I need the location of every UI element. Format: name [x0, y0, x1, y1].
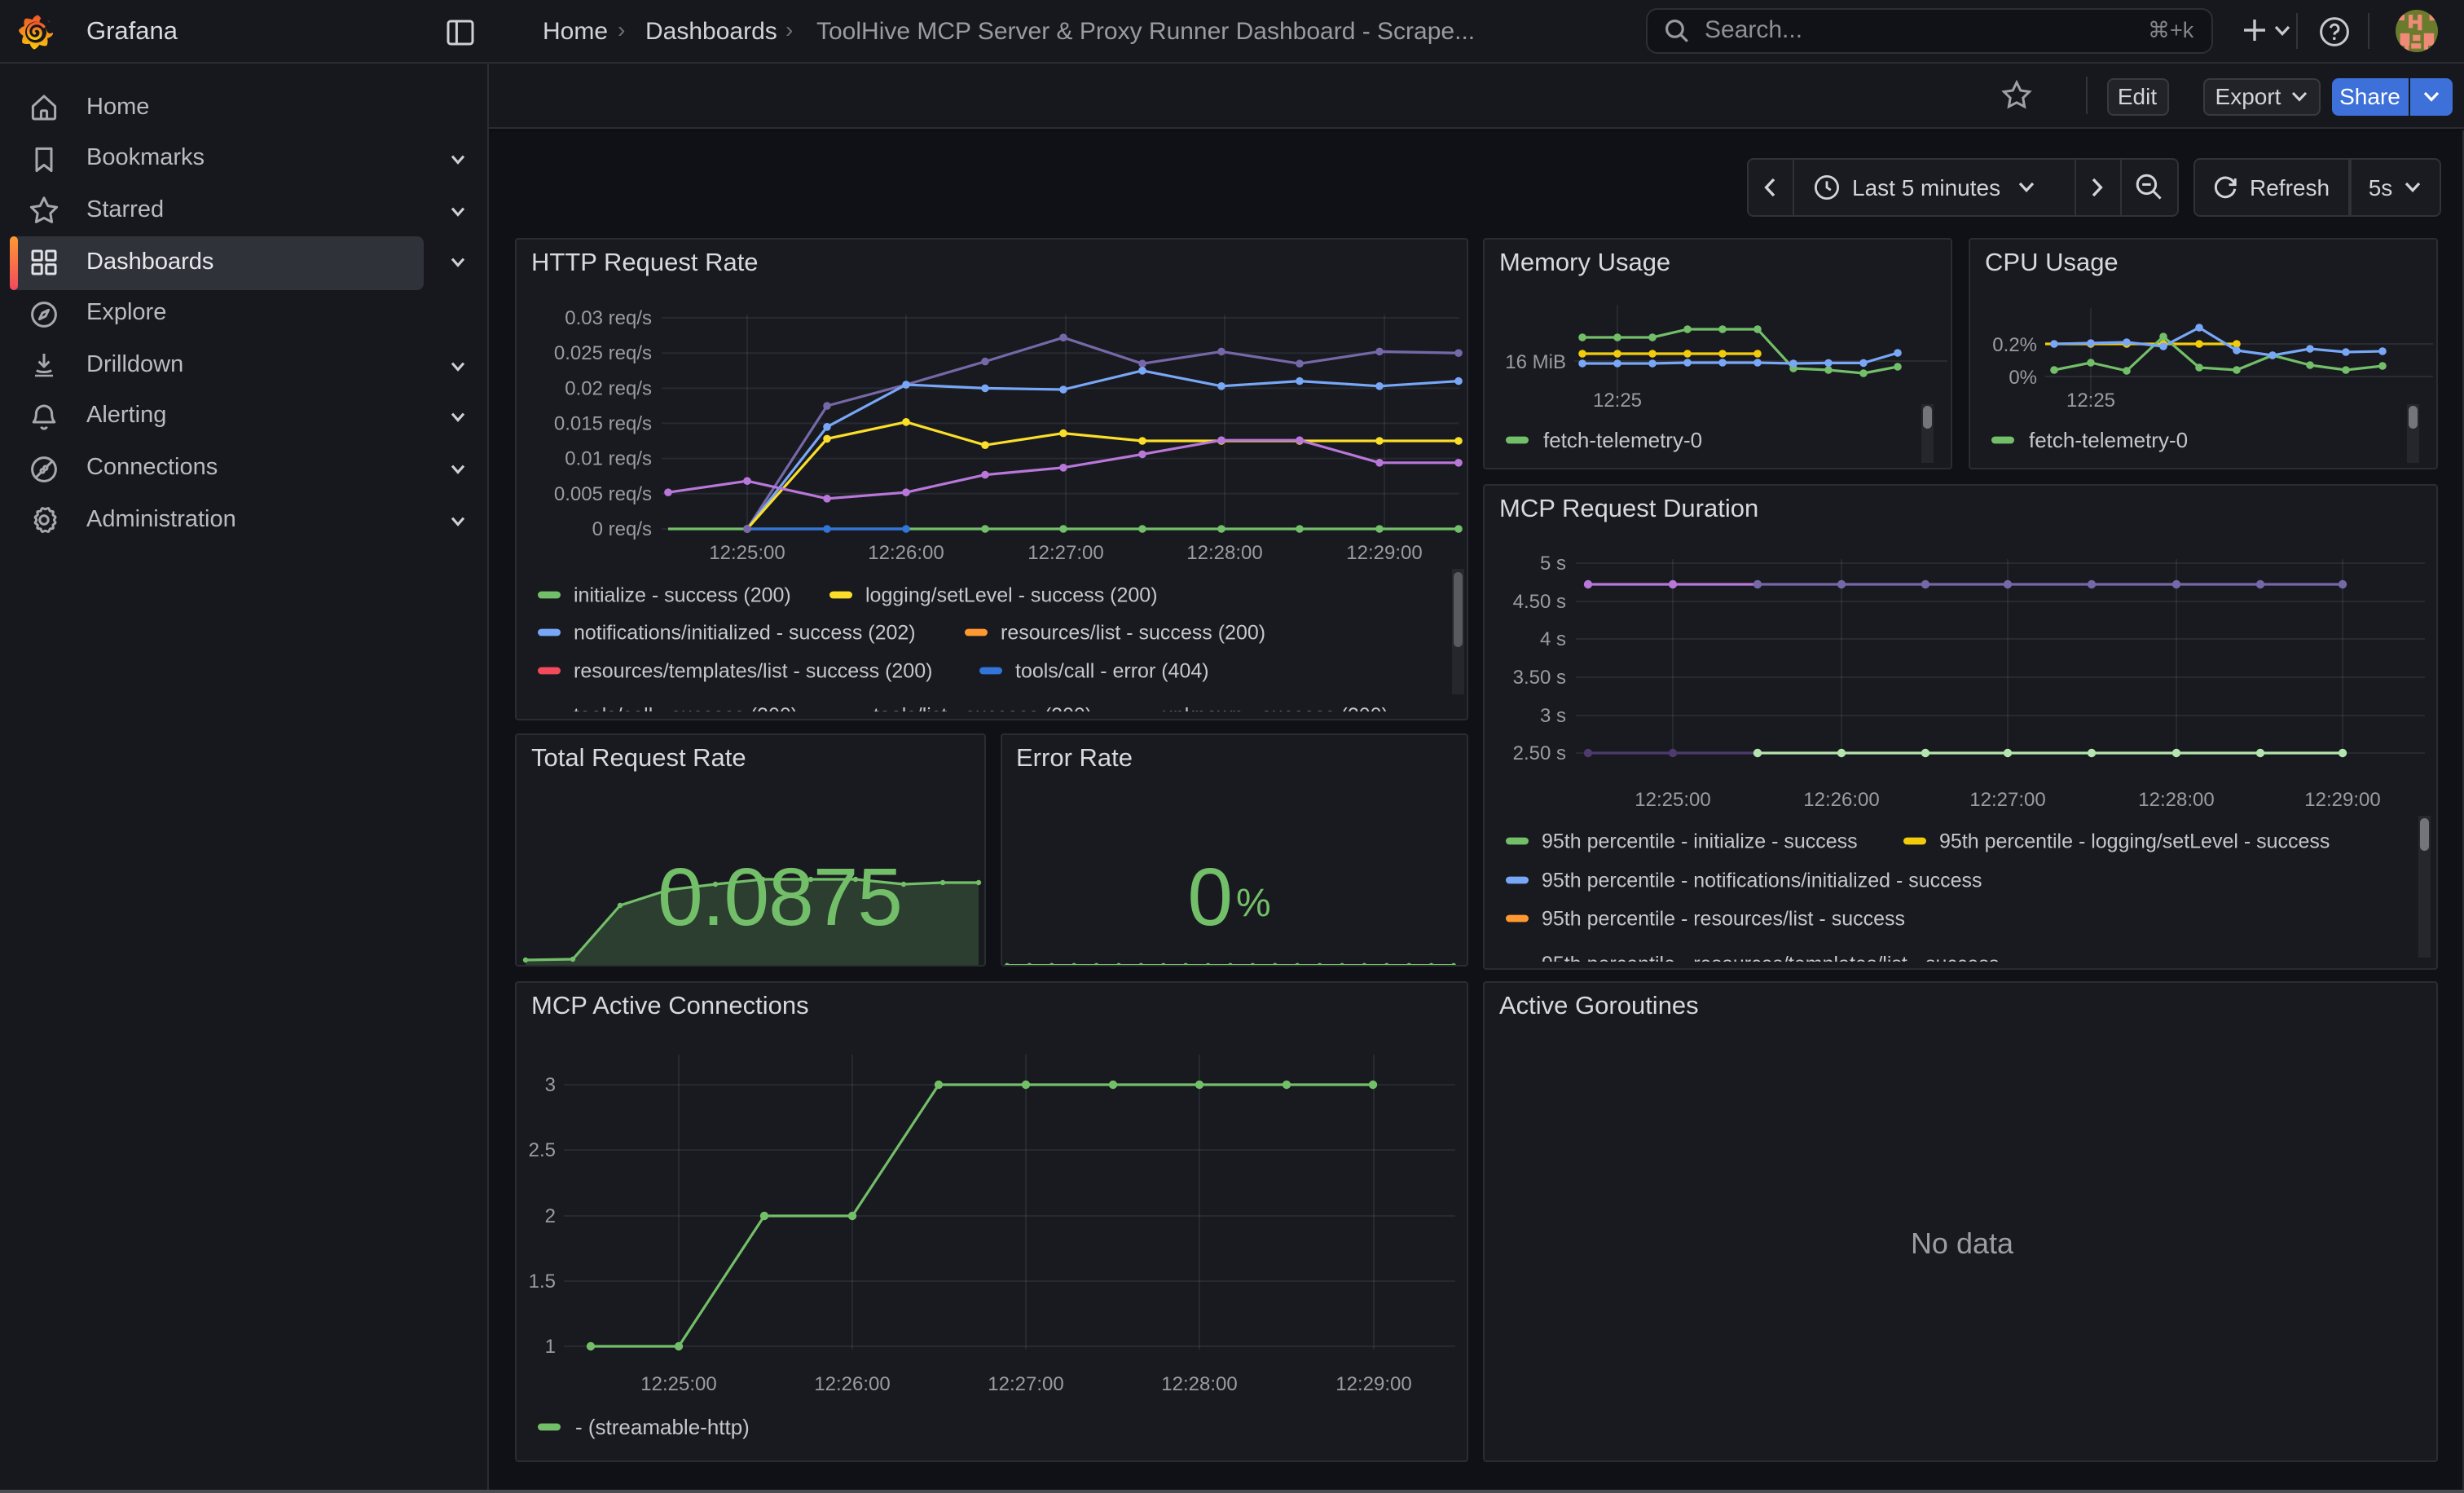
svg-text:0.01 req/s: 0.01 req/s [565, 448, 652, 470]
svg-text:tools/call - error (404): tools/call - error (404) [1015, 660, 1209, 683]
svg-text:12:26:00: 12:26:00 [1803, 789, 1879, 811]
svg-text:0.03 req/s: 0.03 req/s [565, 307, 652, 329]
svg-text:12:29:00: 12:29:00 [1335, 1373, 1411, 1395]
svg-text:2.50 s: 2.50 s [1513, 742, 1566, 764]
svg-text:4.50 s: 4.50 s [1513, 591, 1566, 613]
svg-text:logging/setLevel - success (20: logging/setLevel - success (200) [865, 584, 1158, 607]
svg-text:16 MiB: 16 MiB [1505, 351, 1566, 373]
svg-text:12:28:00: 12:28:00 [2138, 789, 2214, 811]
svg-text:95th percentile - logging/setL: 95th percentile - logging/setLevel - suc… [1939, 830, 2330, 853]
svg-text:5 s: 5 s [1540, 553, 1566, 575]
svg-text:1.5: 1.5 [529, 1271, 556, 1293]
svg-text:12:27:00: 12:27:00 [988, 1373, 1063, 1395]
svg-text:%: % [1235, 882, 1270, 925]
svg-text:12:27:00: 12:27:00 [1969, 789, 2045, 811]
svg-text:12:29:00: 12:29:00 [2304, 789, 2380, 811]
svg-text:3: 3 [545, 1074, 556, 1096]
svg-text:1: 1 [545, 1336, 556, 1358]
svg-text:12:26:00: 12:26:00 [814, 1373, 890, 1395]
svg-text:3.50 s: 3.50 s [1513, 667, 1566, 689]
svg-text:initialize - success (200): initialize - success (200) [574, 584, 791, 607]
svg-text:95th percentile - initialize -: 95th percentile - initialize - success [1542, 830, 1858, 853]
svg-text:0 req/s: 0 req/s [592, 518, 652, 540]
svg-text:3 s: 3 s [1540, 705, 1566, 727]
svg-text:- (streamable-http): - (streamable-http) [575, 1415, 750, 1439]
svg-text:12:29:00: 12:29:00 [1346, 542, 1422, 564]
svg-text:resources/list - success (200): resources/list - success (200) [1001, 622, 1265, 645]
svg-text:12:26:00: 12:26:00 [868, 542, 944, 564]
svg-text:4 s: 4 s [1540, 628, 1566, 650]
svg-text:12:25: 12:25 [2066, 390, 2115, 412]
svg-text:12:25:00: 12:25:00 [1635, 789, 1710, 811]
svg-text:12:28:00: 12:28:00 [1161, 1373, 1237, 1395]
svg-text:fetch-telemetry-0: fetch-telemetry-0 [2029, 428, 2188, 452]
svg-text:12:25: 12:25 [1593, 390, 1642, 412]
svg-text:0%: 0% [2009, 367, 2037, 389]
svg-text:0.025 req/s: 0.025 req/s [554, 342, 652, 364]
svg-text:0.005 req/s: 0.005 req/s [554, 483, 652, 505]
svg-text:12:27:00: 12:27:00 [1027, 542, 1103, 564]
svg-text:resources/templates/list - suc: resources/templates/list - success (200) [574, 660, 932, 683]
svg-text:0: 0 [1186, 852, 1232, 943]
svg-text:notifications/initialized - su: notifications/initialized - success (202… [574, 622, 916, 645]
svg-text:2.5: 2.5 [529, 1139, 556, 1161]
svg-text:0.015 req/s: 0.015 req/s [554, 412, 652, 434]
svg-text:95th percentile - notification: 95th percentile - notifications/initiali… [1542, 870, 1982, 892]
svg-text:12:25:00: 12:25:00 [709, 542, 785, 564]
svg-text:2: 2 [545, 1205, 556, 1227]
svg-text:0.2%: 0.2% [1992, 334, 2037, 356]
svg-text:95th percentile - resources/li: 95th percentile - resources/list - succe… [1542, 908, 1905, 931]
svg-text:12:25:00: 12:25:00 [640, 1373, 716, 1395]
svg-text:0.02 req/s: 0.02 req/s [565, 377, 652, 399]
svg-text:fetch-telemetry-0: fetch-telemetry-0 [1543, 428, 1702, 452]
svg-text:12:28:00: 12:28:00 [1186, 542, 1262, 564]
svg-text:0.0875: 0.0875 [658, 852, 902, 943]
